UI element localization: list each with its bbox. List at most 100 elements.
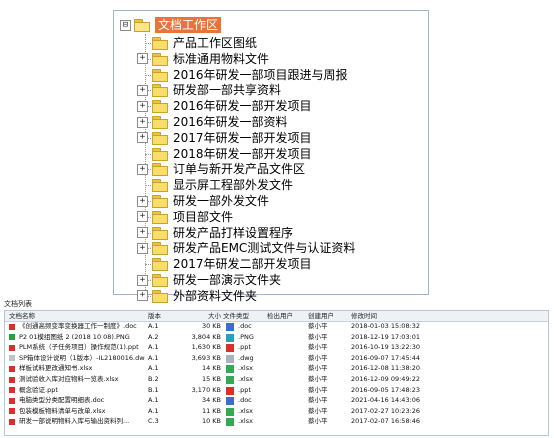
file-list-grid: 文档名称 版本 大小 文件类型 检出用户 创建用户 修改时间 《创通高频变率变换… — [4, 310, 549, 436]
tree-item[interactable]: + 外部资料文件夹 — [137, 287, 257, 305]
file-icon — [9, 418, 15, 425]
cell-creator: 蔡小平 — [308, 385, 328, 394]
expand-icon[interactable]: + — [137, 242, 148, 254]
tree-item-label: 研发一部外发文件 — [173, 194, 270, 208]
cell-version: A.1 — [148, 353, 159, 362]
file-type-icon — [226, 354, 234, 363]
cell-modified: 2018-01-03 15:08:32 — [351, 322, 421, 330]
tree-item-label: 研发产品打样设置程序 — [173, 225, 294, 240]
expand-icon[interactable]: + — [137, 53, 148, 65]
table-row[interactable]: 《创通高频变率变换器工作一制度》.doc A.1 30 KB .doc 蔡小平 2018-… — [5, 322, 548, 332]
file-icon — [9, 376, 15, 383]
file-type-icon — [226, 407, 234, 416]
cell-name: 概念验证.ppt — [19, 385, 58, 394]
cell-name: 研发一部说明物料入库与输出资料列... — [19, 417, 130, 426]
table-row[interactable]: 概念验证.ppt B.1 3,170 KB .ppt 蔡小平 2016-09-05 17:… — [5, 386, 548, 396]
file-icon — [9, 355, 15, 362]
tree-item-label: 研发一部演示文件夹 — [173, 273, 282, 287]
col-header-checkout[interactable]: 检出用户 — [267, 311, 307, 321]
cell-modified: 2016-09-07 17:45:44 — [351, 353, 421, 362]
cell-name: SP箱体设计说明（1版本）-IL2180016.dwg... — [19, 353, 145, 362]
folder-icon — [152, 179, 168, 193]
cell-creator: 蔡小平 — [308, 322, 328, 330]
col-header-creator[interactable]: 创建用户 — [308, 311, 348, 321]
cell-version: B.1 — [148, 385, 159, 394]
expand-icon[interactable]: + — [137, 227, 148, 239]
file-icon — [9, 397, 15, 404]
table-row[interactable]: SP箱体设计说明（1版本）-IL2180016.dwg... A.1 3,693 K… — [5, 354, 548, 364]
table-row[interactable]: PLM系统（子任务项目）操作规范(1).ppt A.1 1,630 KB .ppt 蔡小… — [5, 343, 548, 353]
table-row[interactable]: 样板试料更改通知书.xlsx A.1 14 KB .xlsx 蔡小平 2016-12-08… — [5, 364, 548, 374]
cell-version: A.1 — [148, 322, 159, 330]
folder-icon — [152, 195, 168, 208]
expand-icon[interactable]: + — [137, 116, 148, 128]
cell-type: .ppt — [238, 385, 251, 394]
tree-item-label: 2016年研发一部资料 — [173, 115, 288, 129]
tree-item-label: 2017年研发二部开发项目 — [173, 257, 312, 272]
tree-item-label: 研发部一部共享资料 — [173, 83, 282, 98]
cell-creator: 蔡小平 — [308, 364, 328, 373]
tree-root[interactable]: ⊟ 文档工作区 — [120, 16, 222, 34]
table-row[interactable]: 研发一部说明物料入库与输出资料列... C.3 10 KB .xlsx 蔡小平 2017-… — [5, 417, 548, 427]
cell-modified: 2016-12-08 11:38:20 — [351, 364, 421, 373]
cell-type: .xlsx — [238, 375, 253, 383]
folder-icon — [152, 131, 168, 145]
cell-creator: 蔡小平 — [308, 332, 328, 341]
expand-icon[interactable]: + — [137, 211, 148, 223]
file-icon — [9, 344, 15, 351]
table-row[interactable]: 包装模板物料清单与改单.xlsx A.1 11 KB .xlsx 蔡小平 2017-02-… — [5, 407, 548, 417]
file-icon — [9, 408, 15, 415]
cell-name: 包装模板物料清单与改单.xlsx — [19, 406, 106, 415]
cell-modified: 2016-10-19 13:22:30 — [351, 343, 421, 352]
cell-size: 3,170 KB — [191, 385, 221, 394]
cell-name: 电脑类型分类配置明细表.doc — [19, 396, 105, 405]
cell-size: 15 KB — [201, 375, 221, 383]
expand-icon[interactable]: + — [137, 132, 148, 144]
cell-version: B.2 — [148, 375, 159, 383]
folder-icon — [152, 147, 168, 161]
table-row[interactable]: 电脑类型分类配置明细表.doc A.1 34 KB .doc 蔡小平 2021-04-16… — [5, 396, 548, 406]
cell-type: .ppt — [238, 343, 251, 352]
col-header-modified[interactable]: 修改时间 — [351, 311, 411, 321]
cell-type: .xlsx — [238, 406, 253, 415]
tree-item-label: 2016年研发一部项目跟进与周报 — [173, 67, 348, 82]
col-header-version[interactable]: 版本 — [148, 311, 178, 321]
file-icon — [9, 334, 15, 341]
cell-version: A.1 — [148, 406, 159, 415]
table-row[interactable]: 测试验收入库对应物料一览表.xlsx B.2 15 KB .xlsx 蔡小平 2016-1… — [5, 375, 548, 385]
cell-size: 10 KB — [201, 417, 221, 426]
col-header-name[interactable]: 文档名称 — [9, 311, 129, 321]
tree-root-label: 文档工作区 — [155, 17, 222, 33]
cell-modified: 2016-09-05 17:48:23 — [351, 385, 421, 394]
file-type-icon — [226, 333, 234, 342]
expand-icon[interactable]: + — [137, 195, 148, 207]
cell-creator: 蔡小平 — [308, 375, 328, 383]
file-type-icon — [226, 365, 234, 374]
cell-name: 样板试料更改通知书.xlsx — [19, 364, 93, 373]
col-header-type[interactable]: 文件类型 — [223, 311, 263, 321]
cell-name: 《创通高频变率变换器工作一制度》.doc — [19, 322, 137, 330]
table-row[interactable]: P2 01模组图纸 2 (2018 10 08).PNG A.2 3,804 KB.… — [5, 333, 548, 343]
expand-icon[interactable]: + — [137, 84, 148, 96]
folder-icon — [152, 37, 168, 50]
file-type-icon — [226, 376, 234, 384]
expand-icon[interactable]: + — [137, 274, 148, 286]
expand-icon[interactable]: + — [137, 163, 148, 175]
cell-size: 30 KB — [201, 322, 221, 330]
expand-icon[interactable]: + — [137, 290, 148, 302]
cell-size: 3,804 KB — [191, 332, 221, 341]
cell-creator: 蔡小平 — [308, 353, 328, 362]
expand-icon[interactable]: + — [137, 100, 148, 112]
file-type-icon — [226, 323, 234, 331]
tree-item-label: 订单与新开发产品文件区 — [173, 162, 306, 177]
file-type-icon — [226, 344, 234, 353]
cell-size: 14 KB — [201, 364, 221, 373]
folder-icon — [152, 258, 168, 272]
folder-icon — [152, 226, 168, 240]
tree-item-label: 研发产品EMC测试文件与认证资料 — [173, 241, 356, 256]
file-list-title: 文档列表 — [4, 300, 32, 308]
collapse-icon[interactable]: ⊟ — [120, 19, 131, 31]
cell-type: .doc — [238, 396, 252, 405]
col-header-size[interactable]: 大小 — [185, 311, 221, 321]
cell-type: .doc — [238, 322, 252, 330]
